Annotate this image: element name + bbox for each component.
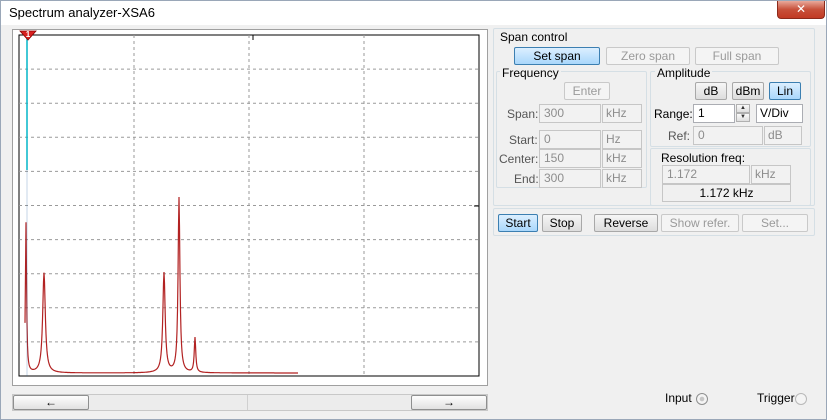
ref-unit[interactable]: dB [764,126,802,145]
chevron-up-icon[interactable]: ▲ [736,104,750,113]
db-button[interactable]: dB [695,82,727,100]
end-unit[interactable]: kHz [602,169,642,188]
resolution-input[interactable]: 1.172 [662,165,750,184]
window-title: Spectrum analyzer-XSA6 [9,5,155,20]
ref-label: Ref: [668,129,691,143]
resolution-display: 1.172 kHz [662,184,791,202]
scroll-left-button[interactable]: ← [13,395,89,410]
resolution-unit[interactable]: kHz [751,165,791,184]
full-span-button[interactable]: Full span [695,47,779,65]
graph-scroll-bar[interactable]: ← → [12,394,488,411]
show-refer-button[interactable]: Show refer. [661,214,739,232]
input-terminal[interactable] [696,393,708,405]
chevron-down-icon[interactable]: ▼ [736,113,750,122]
amplitude-label: Amplitude [655,66,713,80]
range-input[interactable]: 1 [693,104,735,123]
spectrum-plot: 1 [18,30,480,377]
title-bar[interactable]: Spectrum analyzer-XSA6 ✕ [1,1,826,25]
close-button[interactable]: ✕ [777,1,825,19]
range-label: Range: [654,107,693,121]
input-label: Input [665,391,692,405]
span-input[interactable]: 300 [539,104,601,123]
frequency-label: Frequency [500,66,561,80]
arrow-left-icon: ← [45,395,57,409]
end-label: End: [514,172,539,186]
scroll-right-button[interactable]: → [411,395,487,410]
start-input[interactable]: 0 [539,130,601,149]
set-span-button[interactable]: Set span [514,47,600,65]
cursor-marker-label: 1 [26,30,31,39]
resolution-label: Resolution freq: [661,151,746,165]
close-icon: ✕ [795,2,807,16]
trigger-label: Trigger [757,391,795,405]
start-label: Start: [509,133,538,147]
center-input[interactable]: 150 [539,149,601,168]
client-area: 1 ← → Span control Set span Zero span Fu… [5,27,822,417]
spectrum-analyzer-window: Spectrum analyzer-XSA6 ✕ 1 ← → Span cont… [0,0,827,420]
spectrum-graph[interactable]: 1 [12,29,488,386]
range-spinner[interactable]: ▲ ▼ [736,104,750,123]
enter-button[interactable]: Enter [564,82,610,100]
start-button[interactable]: Start [498,214,538,232]
arrow-right-icon: → [443,395,455,409]
start-unit[interactable]: Hz [602,130,642,149]
range-unit[interactable]: V/Div [756,104,803,123]
center-label: Center: [499,152,539,166]
end-input[interactable]: 300 [539,169,601,188]
stop-button[interactable]: Stop [542,214,582,232]
span-unit[interactable]: kHz [602,104,642,123]
span-label: Span: [507,107,539,121]
dbm-button[interactable]: dBm [732,82,764,100]
reverse-button[interactable]: Reverse [594,214,658,232]
trigger-terminal[interactable] [795,393,807,405]
zero-span-button[interactable]: Zero span [606,47,690,65]
lin-button[interactable]: Lin [769,82,801,100]
graph-grid [18,34,480,377]
set-button[interactable]: Set... [742,214,808,232]
scroll-divider [247,395,248,410]
span-control-label: Span control [500,30,568,44]
center-unit[interactable]: kHz [602,149,642,168]
ref-input[interactable]: 0 [693,126,763,145]
